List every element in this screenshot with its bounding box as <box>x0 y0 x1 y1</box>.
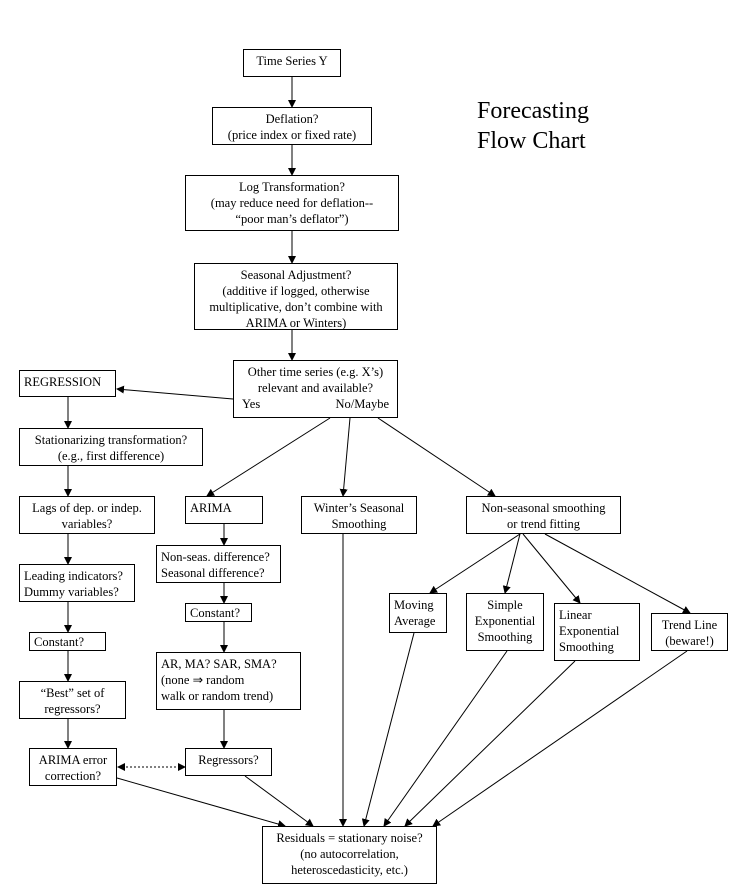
node-linear-exponential: Linear Exponential Smoothing <box>554 603 640 661</box>
arrow-regressors-residuals <box>244 775 314 827</box>
node-text: Leading indicators? <box>24 569 123 583</box>
node-text: heteroscedasticity, etc.) <box>291 863 408 877</box>
arrow-other-regression <box>116 385 234 400</box>
node-text: ARIMA or Winters) <box>245 316 347 330</box>
node-text: Moving <box>394 598 434 612</box>
node-text: (additive if logged, otherwise <box>222 284 370 298</box>
node-time-series: Time Series Y <box>243 49 341 77</box>
title-line: Forecasting <box>477 98 589 124</box>
arrow-other-arima <box>206 417 331 497</box>
node-log-transformation: Log Transformation? (may reduce need for … <box>185 175 399 231</box>
node-trend-line: Trend Line (beware!) <box>651 613 728 651</box>
node-constant-arima: Constant? <box>185 603 252 622</box>
node-text: (beware!) <box>665 634 714 648</box>
node-text: Seasonal difference? <box>161 566 265 580</box>
no-maybe-label: No/Maybe <box>335 397 389 411</box>
node-text: AR, MA? SAR, SMA? <box>161 657 277 671</box>
node-text: ARIMA error <box>38 753 108 767</box>
title-line: Flow Chart <box>477 128 586 154</box>
node-leading-indicators: Leading indicators? Dummy variables? <box>19 564 135 602</box>
node-nonseasonal-smoothing: Non-seasonal smoothing or trend fitting <box>466 496 621 534</box>
node-text: regressors? <box>44 702 101 716</box>
arrow-linear-residuals <box>404 660 576 827</box>
node-text: correction? <box>44 769 102 783</box>
node-text: Seasonal Adjustment? <box>240 268 352 282</box>
node-winters: Winter’s Seasonal Smoothing <box>301 496 417 534</box>
node-seasonal-adjustment: Seasonal Adjustment? (additive if logged,… <box>194 263 398 330</box>
node-text: (price index or fixed rate) <box>227 128 357 142</box>
node-text: Regressors? <box>198 753 259 767</box>
yes-label: Yes <box>242 397 261 411</box>
node-differencing: Non-seas. difference? Seasonal difference… <box>156 545 281 583</box>
node-text: (none ⇒ random <box>161 673 245 687</box>
node-text: Time Series Y <box>256 54 328 68</box>
node-text: ARIMA <box>190 501 232 515</box>
node-stationarizing: Stationarizing transformation? (e.g., fir… <box>19 428 203 466</box>
node-text: Simple <box>487 598 523 612</box>
node-moving-average: Moving Average <box>389 593 447 633</box>
arrow-other-winters <box>339 417 351 497</box>
node-text: Smoothing <box>559 640 614 654</box>
node-text: Constant? <box>34 635 84 649</box>
node-text: Lags of dep. or indep. <box>32 501 142 515</box>
node-text: Non-seas. difference? <box>161 550 270 564</box>
flowchart-canvas: Forecasting Flow Chart Time Series Y Def… <box>0 0 729 886</box>
node-text: Winter’s Seasonal <box>313 501 405 515</box>
node-ar-ma: AR, MA? SAR, SMA? (none ⇒ random walk or r… <box>156 652 301 710</box>
arrow-ns-trend <box>544 533 691 614</box>
node-other-time-series: Other time series (e.g. X’s) relevant and… <box>233 360 398 418</box>
node-text: (e.g., first difference) <box>57 449 165 463</box>
node-text: multiplicative, don’t combine with <box>209 300 383 314</box>
node-text: “poor man’s deflator”) <box>235 212 349 226</box>
arrow-other-nonseasonal <box>377 417 496 497</box>
node-constant-regression: Constant? <box>29 632 106 651</box>
node-regressors: Regressors? <box>185 748 272 776</box>
node-text: walk or random trend) <box>161 689 274 703</box>
arrow-ns-moving <box>429 533 521 594</box>
node-text: Trend Line <box>661 618 718 632</box>
node-text: (no autocorrelation, <box>300 847 399 861</box>
branch-labels: Yes No/Maybe <box>238 396 393 412</box>
node-arima: ARIMA <box>185 496 263 524</box>
node-residuals: Residuals = stationary noise? (no autocor… <box>262 826 437 884</box>
chart-title: Forecasting Flow Chart <box>477 96 589 156</box>
node-text: or trend fitting <box>507 517 580 531</box>
node-text: Linear <box>559 608 592 622</box>
node-text: Log Transformation? <box>239 180 345 194</box>
node-simple-exponential: Simple Exponential Smoothing <box>466 593 544 651</box>
node-best-regressors: “Best” set of regressors? <box>19 681 126 719</box>
node-text: Smoothing <box>477 630 533 644</box>
node-text: (may reduce need for deflation-- <box>210 196 374 210</box>
arrow-trend-residuals <box>432 650 688 827</box>
node-text: Stationarizing transformation? <box>34 433 188 447</box>
node-text: variables? <box>61 517 113 531</box>
node-regression: REGRESSION <box>19 370 116 397</box>
node-text: Deflation? <box>265 112 319 126</box>
node-text: Constant? <box>190 606 240 620</box>
node-arima-error-correction: ARIMA error correction? <box>29 748 117 786</box>
node-text: Exponential <box>474 614 536 628</box>
node-text: Other time series (e.g. X’s) <box>247 365 384 379</box>
arrow-arimaerror-residuals <box>116 777 286 828</box>
node-lags: Lags of dep. or indep. variables? <box>19 496 155 534</box>
arrow-moving-residuals <box>361 632 415 827</box>
node-text: relevant and available? <box>257 381 374 395</box>
node-text: Non-seasonal smoothing <box>481 501 606 515</box>
node-text: Average <box>394 614 436 628</box>
node-text: Dummy variables? <box>24 585 119 599</box>
node-text: Exponential <box>559 624 620 638</box>
node-deflation: Deflation? (price index or fixed rate) <box>212 107 372 145</box>
node-text: “Best” set of <box>40 686 105 700</box>
node-text: Smoothing <box>331 517 387 531</box>
node-text: Residuals = stationary noise? <box>276 831 423 845</box>
node-text: REGRESSION <box>24 375 102 389</box>
